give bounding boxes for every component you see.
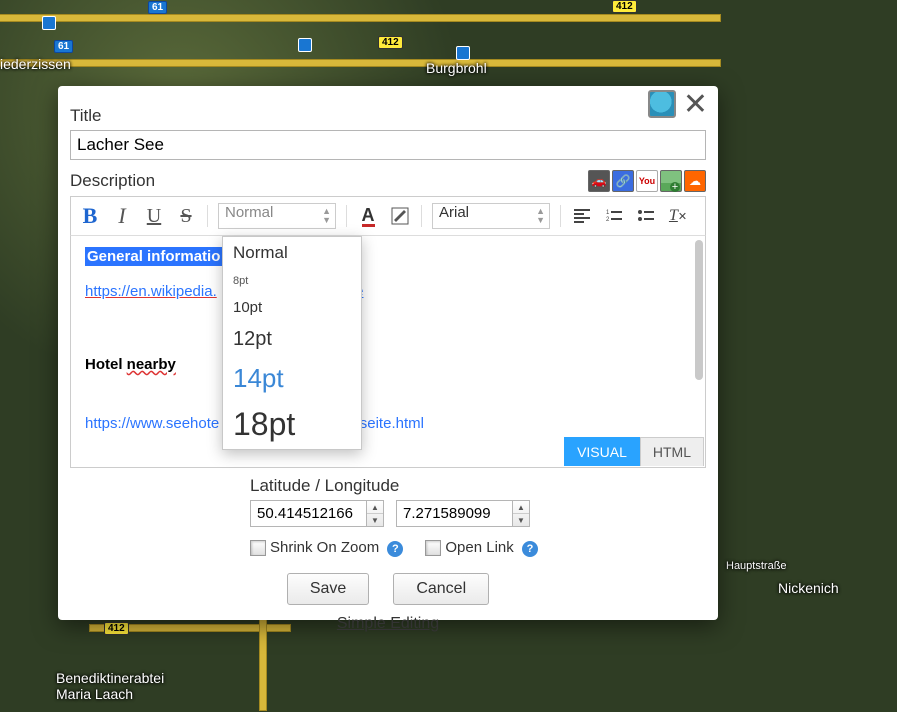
road-shield-412: 412 bbox=[612, 0, 637, 13]
font-family-select[interactable]: Arial ▲▼ bbox=[432, 203, 550, 229]
train-station-icon[interactable] bbox=[298, 38, 312, 52]
longitude-stepper[interactable]: ▲ ▼ bbox=[512, 500, 530, 527]
rich-text-toolbar: B I U S Normal ▲▼ A Arial ▲▼ 12 T✕ bbox=[70, 196, 706, 236]
align-left-icon bbox=[574, 209, 590, 223]
editor-link[interactable]: https://en.wikipedia. bbox=[85, 283, 217, 300]
highlighter-icon bbox=[391, 207, 409, 225]
bg-color-button[interactable] bbox=[389, 203, 411, 229]
editor-subheading: Hotel nearby bbox=[85, 356, 176, 373]
text-color-button[interactable]: A bbox=[357, 203, 379, 229]
svg-text:1: 1 bbox=[606, 210, 610, 216]
editor-heading: General informatio bbox=[85, 247, 222, 266]
size-option-18pt[interactable]: 18pt bbox=[223, 400, 361, 449]
editor-link-tail[interactable]: tseite.html bbox=[356, 415, 424, 432]
toolbar-divider bbox=[207, 205, 208, 227]
train-station-icon[interactable] bbox=[456, 46, 470, 60]
longitude-input[interactable] bbox=[396, 500, 512, 527]
svg-text:2: 2 bbox=[606, 217, 610, 223]
toolbar-divider bbox=[421, 205, 422, 227]
description-label: Description bbox=[70, 171, 155, 191]
title-input[interactable] bbox=[70, 130, 706, 160]
chevrons-icon: ▲▼ bbox=[536, 207, 545, 225]
unordered-list-button[interactable] bbox=[635, 203, 657, 229]
marker-editor-dialog: ✕ Title Description 🚗 🔗 You ☁ B I U S No… bbox=[58, 86, 718, 620]
chevron-up-icon[interactable]: ▲ bbox=[513, 501, 529, 514]
size-option-14pt[interactable]: 14pt bbox=[223, 357, 361, 400]
checkbox-icon[interactable] bbox=[250, 540, 266, 556]
latitude-stepper[interactable]: ▲ ▼ bbox=[366, 500, 384, 527]
car-icon[interactable]: 🚗 bbox=[588, 170, 610, 192]
map-road bbox=[0, 15, 720, 21]
train-station-icon[interactable] bbox=[42, 16, 56, 30]
road-shield-412: 412 bbox=[378, 36, 403, 49]
close-icon[interactable]: ✕ bbox=[683, 90, 708, 120]
help-icon[interactable]: ? bbox=[387, 541, 403, 557]
underline-button[interactable]: U bbox=[143, 203, 165, 229]
unordered-list-icon bbox=[638, 209, 654, 223]
scrollbar-thumb[interactable] bbox=[695, 240, 703, 380]
shrink-on-zoom-option[interactable]: Shrink On Zoom ? bbox=[250, 539, 403, 557]
open-link-option[interactable]: Open Link ? bbox=[425, 539, 538, 557]
map-road bbox=[0, 60, 720, 66]
title-label: Title bbox=[70, 106, 706, 126]
city-label-niederzissen: iederzissen bbox=[0, 56, 71, 72]
save-button[interactable]: Save bbox=[287, 573, 369, 605]
strike-button[interactable]: S bbox=[175, 203, 197, 229]
checkbox-icon[interactable] bbox=[425, 540, 441, 556]
globe-icon[interactable] bbox=[648, 90, 676, 118]
soundcloud-icon[interactable]: ☁ bbox=[684, 170, 706, 192]
city-label-burgbrohl: Burgbrohl bbox=[426, 60, 487, 76]
toolbar-divider bbox=[346, 205, 347, 227]
poi-label-abbey: BenediktinerabteiMaria Laach bbox=[56, 670, 164, 702]
simple-editing-link[interactable]: Simple Editing bbox=[70, 615, 706, 633]
chevron-down-icon[interactable]: ▼ bbox=[513, 514, 529, 526]
description-editor[interactable]: General informatio https://en.wikipedia.… bbox=[70, 236, 706, 468]
clear-format-button[interactable]: T✕ bbox=[667, 203, 689, 229]
editor-link[interactable]: https://www.seehote bbox=[85, 415, 219, 432]
italic-button[interactable]: I bbox=[111, 203, 133, 229]
size-option-normal[interactable]: Normal bbox=[223, 237, 361, 269]
help-icon[interactable]: ? bbox=[522, 541, 538, 557]
description-insert-toolbar: 🚗 🔗 You ☁ bbox=[588, 170, 706, 192]
chevron-up-icon[interactable]: ▲ bbox=[367, 501, 383, 514]
coords-label: Latitude / Longitude bbox=[250, 476, 706, 496]
tab-html[interactable]: HTML bbox=[640, 437, 704, 466]
youtube-icon[interactable]: You bbox=[636, 170, 658, 192]
tab-visual[interactable]: VISUAL bbox=[564, 437, 640, 466]
cancel-button[interactable]: Cancel bbox=[393, 573, 489, 605]
road-shield-61: 61 bbox=[148, 1, 167, 14]
latitude-input[interactable] bbox=[250, 500, 366, 527]
size-option-12pt[interactable]: 12pt bbox=[223, 322, 361, 357]
road-shield-61: 61 bbox=[54, 40, 73, 53]
bold-button[interactable]: B bbox=[79, 203, 101, 229]
ordered-list-button[interactable]: 12 bbox=[603, 203, 625, 229]
chevrons-icon: ▲▼ bbox=[322, 207, 331, 225]
link-icon[interactable]: 🔗 bbox=[612, 170, 634, 192]
ordered-list-icon: 12 bbox=[606, 209, 622, 223]
size-option-8pt[interactable]: 8pt bbox=[223, 269, 361, 293]
font-size-dropdown: Normal 8pt 10pt 12pt 14pt 18pt bbox=[222, 236, 362, 450]
city-label-nickenich: Nickenich bbox=[778, 580, 839, 596]
street-label-hauptstrasse: Hauptstraße bbox=[726, 560, 787, 572]
font-size-select[interactable]: Normal ▲▼ bbox=[218, 203, 336, 229]
align-button[interactable] bbox=[571, 203, 593, 229]
chevron-down-icon[interactable]: ▼ bbox=[367, 514, 383, 526]
add-image-icon[interactable] bbox=[660, 170, 682, 192]
toolbar-divider bbox=[560, 205, 561, 227]
size-option-10pt[interactable]: 10pt bbox=[223, 293, 361, 322]
editor-mode-tabs: VISUAL HTML bbox=[564, 437, 704, 466]
